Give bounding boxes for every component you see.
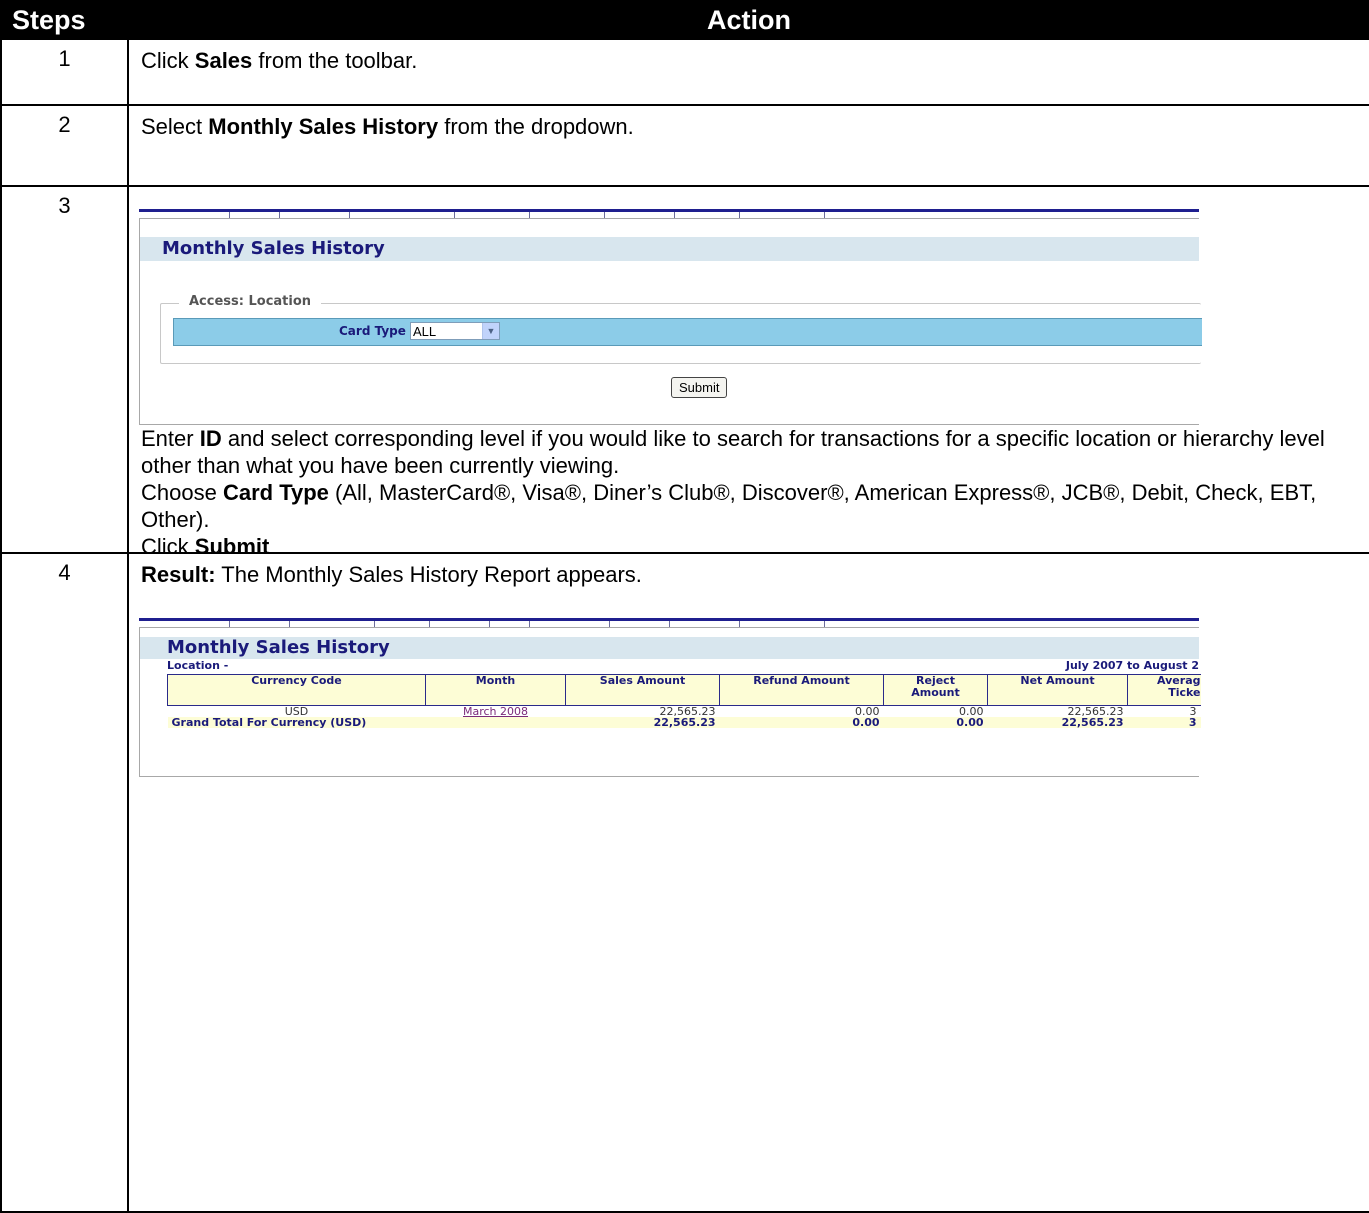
header-row: Steps Action xyxy=(0,0,1369,40)
report-table: Currency Code Month Sales Amount Refund … xyxy=(167,674,1201,728)
total-reject: 0.00 xyxy=(883,717,988,728)
cell-currency: USD xyxy=(284,705,309,717)
total-refund: 0.00 xyxy=(719,717,884,728)
cell-empty xyxy=(425,717,566,728)
step-row-1: 1 Click Sales from the toolbar. xyxy=(0,38,1369,106)
card-type-select[interactable]: ALL ▼ xyxy=(410,322,500,340)
col-refund-amount: Refund Amount xyxy=(719,674,884,706)
date-range: July 2007 to August 2 xyxy=(1065,659,1199,672)
month-link[interactable]: March 2008 xyxy=(463,706,528,717)
action-header: Action xyxy=(127,0,1369,40)
step-action: Click Sales from the toolbar. xyxy=(127,38,1369,106)
col-net-amount: Net Amount xyxy=(987,674,1128,706)
col-reject-amount: Reject Amount xyxy=(883,674,988,706)
step-instructions: Enter ID and select corresponding level … xyxy=(129,425,1369,560)
table-row: USD March 2008 22,565.23 0.00 0.00 22,56… xyxy=(168,705,1201,717)
step-bold-text: Monthly Sales History xyxy=(208,114,439,139)
step-action: Select Monthly Sales History from the dr… xyxy=(127,104,1369,187)
step-row-2: 2 Select Monthly Sales History from the … xyxy=(0,104,1369,187)
step-number: 2 xyxy=(0,104,129,187)
cell-net: 22,565.23 xyxy=(1067,705,1124,717)
card-type-value: ALL xyxy=(413,324,437,339)
search-form-screenshot: Monthly Sales History Access: Location C… xyxy=(139,209,1202,425)
cell-average: 3 xyxy=(1189,705,1197,717)
instruction-line: Choose Card Type (All, MasterCard®, Visa… xyxy=(141,480,1317,532)
report-header-row: Currency Code Month Sales Amount Refund … xyxy=(167,674,1201,706)
step-number: 1 xyxy=(0,38,129,106)
total-average: 3 xyxy=(1127,717,1201,728)
grand-total-label: Grand Total For Currency (USD) xyxy=(167,717,426,728)
report-screenshot: Monthly Sales History Location - July 20… xyxy=(139,618,1201,777)
steps-table: Steps Action 1 Click Sales from the tool… xyxy=(0,0,1369,1213)
step-text: The Monthly Sales History Report appears… xyxy=(215,562,642,587)
step-text: from the toolbar. xyxy=(252,48,418,73)
card-type-row: Card Type ALL ▼ xyxy=(173,318,1202,346)
total-sales: 22,565.23 xyxy=(565,717,720,728)
col-average-ticket: Averag Ticke xyxy=(1127,674,1201,706)
col-sales-amount: Sales Amount xyxy=(565,674,720,706)
report-title: Monthly Sales History xyxy=(140,637,1199,659)
step-text: from the dropdown. xyxy=(438,114,634,139)
step-number: 4 xyxy=(0,552,129,1213)
step-number: 3 xyxy=(0,185,129,554)
step-bold-text: Sales xyxy=(194,48,253,73)
col-month: Month xyxy=(425,674,566,706)
total-net: 22,565.23 xyxy=(987,717,1128,728)
report-subheader: Location - July 2007 to August 2 xyxy=(140,659,1199,673)
search-panel: Monthly Sales History Access: Location C… xyxy=(139,218,1202,425)
submit-button[interactable]: Submit xyxy=(671,377,728,398)
cell-reject: 0.00 xyxy=(959,705,984,717)
step-text: Click xyxy=(141,48,195,73)
col-currency-code: Currency Code xyxy=(167,674,426,706)
step-action: Result: The Monthly Sales History Report… xyxy=(127,552,1369,1213)
chevron-down-icon[interactable]: ▼ xyxy=(482,323,499,339)
report-panel: Monthly Sales History Location - July 20… xyxy=(139,627,1201,777)
step-row-3: 3 Monthly Sales History Access: Location… xyxy=(0,185,1369,559)
instruction-line: Enter ID and select corresponding level … xyxy=(141,426,1325,478)
result-label: Result: xyxy=(141,562,216,587)
step-text: Select xyxy=(141,114,209,139)
card-type-label: Card Type xyxy=(339,324,406,338)
cell-refund: 0.00 xyxy=(855,705,880,717)
access-fieldset: Access: Location Card Type ALL ▼ xyxy=(160,294,1202,364)
page-title: Monthly Sales History xyxy=(140,237,1199,261)
result-text: Result: The Monthly Sales History Report… xyxy=(129,554,654,588)
fieldset-legend: Access: Location xyxy=(179,294,322,309)
step-row-4: 4 Result: The Monthly Sales History Repo… xyxy=(0,552,1369,1213)
location-label: Location - xyxy=(167,659,229,672)
cell-month: March 2008 xyxy=(426,706,566,717)
steps-header: Steps xyxy=(0,0,129,40)
step-action: Monthly Sales History Access: Location C… xyxy=(127,185,1369,559)
grand-total-row: Grand Total For Currency (USD) 22,565.23… xyxy=(167,717,1201,728)
cell-sales: 22,565.23 xyxy=(659,705,716,717)
